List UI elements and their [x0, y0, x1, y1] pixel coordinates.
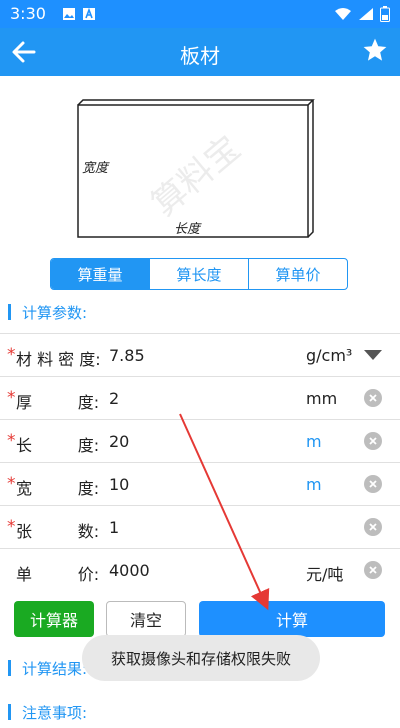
- params-section-title: 计算参数:: [22, 304, 88, 322]
- thickness-label: 厚 度:: [16, 393, 100, 412]
- unit-price-unit: 元/吨: [306, 565, 344, 584]
- results-section-title: 计算结果:: [22, 660, 88, 678]
- tab-unit-price[interactable]: 算单价: [249, 259, 347, 289]
- row-length: * 长 度: 20 m: [0, 419, 400, 462]
- tab-weight[interactable]: 算重量: [51, 259, 150, 289]
- status-notification-icons: [62, 7, 96, 21]
- unit-price-label: 单 价:: [16, 565, 100, 584]
- row-sheet-count: * 张 数: 1: [0, 505, 400, 548]
- required-mark: *: [7, 345, 16, 365]
- length-input[interactable]: 20: [109, 432, 129, 451]
- thickness-input[interactable]: 2: [109, 389, 119, 408]
- clear-icon[interactable]: [364, 475, 382, 493]
- required-mark: *: [7, 474, 16, 494]
- status-system-icons: [334, 6, 390, 22]
- battery-icon: [380, 6, 390, 22]
- clear-icon[interactable]: [364, 389, 382, 407]
- calc-mode-tabs: 算重量 算长度 算单价: [50, 258, 348, 290]
- length-unit[interactable]: m: [306, 432, 322, 451]
- dropdown-triangle-icon[interactable]: [364, 350, 382, 360]
- clear-icon[interactable]: [364, 518, 382, 536]
- notes-section-title: 注意事项:: [22, 704, 88, 722]
- required-mark: *: [7, 517, 16, 537]
- permission-error-toast: 获取摄像头和存储权限失败: [82, 635, 320, 681]
- clear-icon[interactable]: [364, 561, 382, 579]
- image-icon: [63, 8, 75, 20]
- width-input[interactable]: 10: [109, 475, 129, 494]
- calculator-button[interactable]: 计算器: [14, 601, 94, 637]
- length-label: 长 度:: [16, 436, 100, 455]
- status-bar: 3:30: [0, 0, 400, 28]
- diagram-length-label: 长度: [174, 222, 202, 237]
- board-diagram: 算料宝 宽度 长度: [77, 94, 315, 238]
- wifi-icon: [335, 8, 351, 20]
- page-title: 板材: [180, 44, 220, 68]
- sheet-count-input[interactable]: 1: [109, 518, 119, 537]
- row-thickness: * 厚 度: 2 mm: [0, 376, 400, 419]
- required-mark: *: [7, 431, 16, 451]
- thickness-unit: mm: [306, 389, 338, 408]
- required-mark: *: [7, 388, 16, 408]
- star-icon[interactable]: [362, 37, 388, 63]
- density-input[interactable]: 7.85: [109, 346, 145, 365]
- width-unit[interactable]: m: [306, 475, 322, 494]
- status-time: 3:30: [10, 4, 46, 23]
- a-icon: [83, 7, 95, 20]
- notes-section-header: 注意事项:: [0, 694, 400, 728]
- section-accent-bar: [8, 704, 11, 720]
- section-accent-bar: [8, 660, 11, 676]
- density-label: 材 料 密 度:: [16, 350, 101, 369]
- diagram-width-label: 宽度: [82, 160, 110, 176]
- params-section-header: 计算参数:: [0, 294, 400, 328]
- signal-icon: [359, 8, 373, 20]
- density-unit: g/cm³: [306, 346, 353, 365]
- clear-button[interactable]: 清空: [106, 601, 186, 637]
- app-bar: 板材: [0, 28, 400, 76]
- section-accent-bar: [8, 304, 11, 320]
- tab-length[interactable]: 算长度: [150, 259, 249, 289]
- row-unit-price: 单 价: 4000 元/吨: [0, 548, 400, 591]
- row-width: * 宽 度: 10 m: [0, 462, 400, 505]
- width-label: 宽 度:: [16, 479, 100, 498]
- row-density: * 材 料 密 度: 7.85 g/cm³: [0, 333, 400, 376]
- sheet-count-label: 张 数:: [16, 522, 100, 541]
- clear-icon[interactable]: [364, 432, 382, 450]
- calculate-button[interactable]: 计算: [199, 601, 385, 637]
- unit-price-input[interactable]: 4000: [109, 561, 150, 580]
